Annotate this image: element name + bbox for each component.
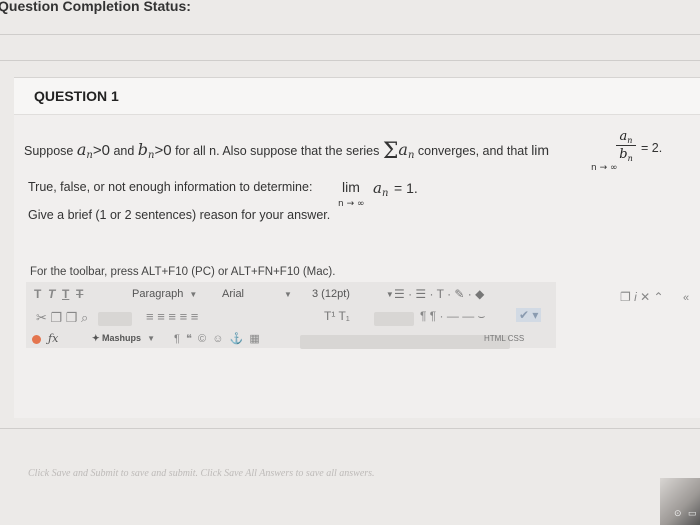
denominator: bn [619,147,633,163]
italic-button[interactable]: T [48,287,55,301]
disabled-tools [374,312,414,326]
var-a: an [373,179,389,199]
spellcheck-icon[interactable]: ✔ ▾ [516,308,542,322]
list-buttons[interactable]: ☰ · ☰ · T · ✎ · ◆ [394,287,484,301]
disabled-tools [300,335,510,349]
question-panel: QUESTION 1 [14,77,700,418]
toolbar-instructions: For the toolbar, press ALT+F10 (PC) or A… [30,266,336,278]
limit-subscript: n → ∞ [338,199,365,209]
paragraph-mark-icons[interactable]: ¶ ¶ · — — ⌣ [420,309,485,324]
question-line-1: Suppose an>0 and bn>0 for all n. Also su… [24,136,550,164]
limit-subscript: n → ∞ [591,163,618,173]
divider [0,428,700,429]
font-select[interactable]: Arial ▼ [222,288,292,300]
insert-icons[interactable]: ¶ ❝ © ☺ ⚓ ▦ [174,332,260,345]
var-a: an [398,140,415,161]
rich-text-editor-toolbar: T T T T Paragraph ▼ Arial ▼ 3 (12pt) ▼ ☰ · … [26,282,556,349]
underline-button[interactable]: T [62,287,69,301]
completion-status-title: Question Completion Status: [0,0,191,14]
status-bar: Question Completion Status: [0,0,700,18]
fraction-an-bn: an bn [616,129,636,163]
question-title: QUESTION 1 [34,88,119,104]
blurred-icon: ▭ [688,508,697,518]
gt-zero: >0 [154,142,172,159]
corner-shadow: ⊙ ▭ [660,478,700,525]
font-size-select[interactable]: 3 (12pt) ▼ [312,288,394,300]
formula-icon[interactable]: ƒx [48,332,58,345]
blurred-icon: ⊙ [674,508,682,518]
strikethrough-button[interactable]: T [76,287,83,301]
sigma-symbol: Σ [382,139,399,164]
mashups-select[interactable]: ✦ Mashups ▼ [92,333,155,344]
var-b: bn [137,140,155,161]
numerator: an [619,129,633,145]
html-css-button[interactable]: HTML CSS [484,334,524,343]
question-line-3: Give a brief (1 or 2 sentences) reason f… [28,208,331,222]
gt-zero: >0 [92,142,110,159]
lim-label: lim [531,142,550,158]
undo-redo-disabled [98,312,132,326]
lim-label: lim [342,179,360,195]
question-line-2: True, false, or not enough information t… [28,180,313,194]
text-for-all: for all n. Also suppose that the series [175,144,380,158]
equals-two: = 2. [641,141,663,155]
superscript-subscript-buttons[interactable]: T¹ T₁ [324,309,350,323]
align-buttons[interactable]: ≡ ≡ ≡ ≡ ≡ [146,309,198,324]
bold-button[interactable]: T [34,287,41,301]
footer-instructions: Click Save and Submit to save and submit… [28,468,375,479]
text-and: and [113,144,135,158]
cut-copy-paste-icons[interactable]: ✂ ❐ ❐ ⌕ [36,310,88,326]
text-converges: converges, and that [417,144,528,158]
divider [0,60,700,61]
record-icon[interactable] [32,335,41,344]
equals-one: = 1. [394,180,418,196]
var-a: an [76,140,93,161]
collapse-chevron-icon[interactable]: « [683,292,689,304]
divider [0,34,700,35]
editor-extra-icons[interactable]: ❐ i ✕ ⌃ [620,290,664,304]
paragraph-select[interactable]: Paragraph ▼ [132,288,197,300]
question-header: QUESTION 1 [14,78,700,115]
text-suppose: Suppose [24,144,74,158]
